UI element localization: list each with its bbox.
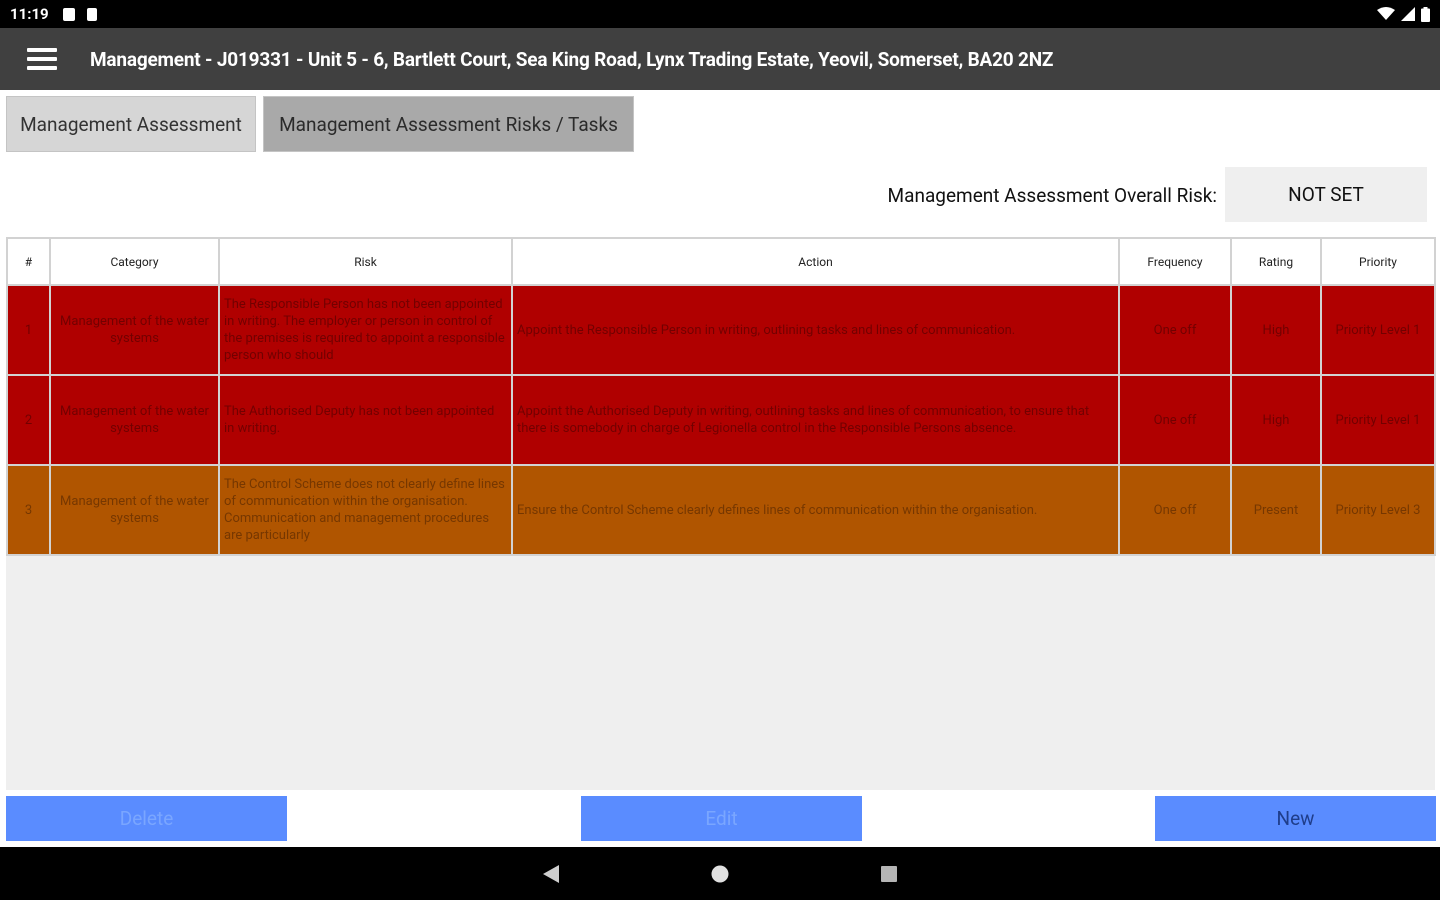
notification-icon [62,7,75,21]
table-row[interactable]: 1 Management of the water systems The Re… [6,284,1436,376]
wifi-icon [1377,7,1395,20]
status-bar: 11:19 [0,0,1440,28]
risks-table: # Category Risk Action Frequency Rating … [6,237,1436,556]
home-circle-icon [711,865,729,882]
cell-action: Appoint the Responsible Person in writin… [511,284,1120,376]
bottom-action-bar: Delete Edit New [0,790,1440,847]
status-time: 11:19 [10,5,49,23]
recents-square-icon [881,865,897,882]
delete-button[interactable]: Delete [6,796,287,841]
cell-category: Management of the water systems [49,464,220,556]
cell-risk: The Authorised Deputy has not been appoi… [218,374,513,466]
tab-bar: Management Assessment Management Assessm… [6,96,634,152]
app-title: Management - J019331 - Unit 5 - 6, Bartl… [90,47,1054,71]
cell-rating: High [1230,284,1322,376]
tab-management-assessment[interactable]: Management Assessment [6,96,256,152]
edit-button[interactable]: Edit [581,796,862,841]
cell-frequency: One off [1118,464,1232,556]
cell-rating: High [1230,374,1322,466]
header-action: Action [511,237,1120,286]
cell-priority: Priority Level 3 [1320,464,1436,556]
back-button[interactable] [542,864,560,884]
signal-icon [1401,7,1415,21]
cell-risk: The Control Scheme does not clearly defi… [218,464,513,556]
hamburger-icon [27,43,57,75]
battery-icon [1421,6,1430,22]
recents-button[interactable] [880,865,898,883]
table-row[interactable]: 3 Management of the water systems The Co… [6,464,1436,556]
back-triangle-icon [543,864,559,883]
table-header-row: # Category Risk Action Frequency Rating … [6,237,1436,286]
cell-rating: Present [1230,464,1322,556]
cell-action: Appoint the Authorised Deputy in writing… [511,374,1120,466]
cell-frequency: One off [1118,374,1232,466]
menu-button[interactable] [0,28,84,90]
cell-category: Management of the water systems [49,284,220,376]
cell-number: 3 [6,464,51,556]
header-risk: Risk [218,237,513,286]
header-frequency: Frequency [1118,237,1232,286]
home-button[interactable] [710,864,730,884]
cell-frequency: One off [1118,284,1232,376]
new-button[interactable]: New [1155,796,1436,841]
sd-card-icon [86,7,97,21]
cell-risk: The Responsible Person has not been appo… [218,284,513,376]
overall-risk-value[interactable]: NOT SET [1225,167,1427,222]
header-rating: Rating [1230,237,1322,286]
tab-management-assessment-risks-tasks[interactable]: Management Assessment Risks / Tasks [263,96,634,152]
cell-category: Management of the water systems [49,374,220,466]
header-number: # [6,237,51,286]
cell-number: 2 [6,374,51,466]
cell-priority: Priority Level 1 [1320,284,1436,376]
cell-priority: Priority Level 1 [1320,374,1436,466]
cell-number: 1 [6,284,51,376]
risks-table-container: # Category Risk Action Frequency Rating … [6,237,1436,790]
cell-action: Ensure the Control Scheme clearly define… [511,464,1120,556]
header-priority: Priority [1320,237,1436,286]
table-row[interactable]: 2 Management of the water systems The Au… [6,374,1436,466]
header-category: Category [49,237,220,286]
system-nav-bar [0,847,1440,900]
overall-risk-label: Management Assessment Overall Risk: [887,184,1217,207]
app-bar: Management - J019331 - Unit 5 - 6, Bartl… [0,28,1440,90]
